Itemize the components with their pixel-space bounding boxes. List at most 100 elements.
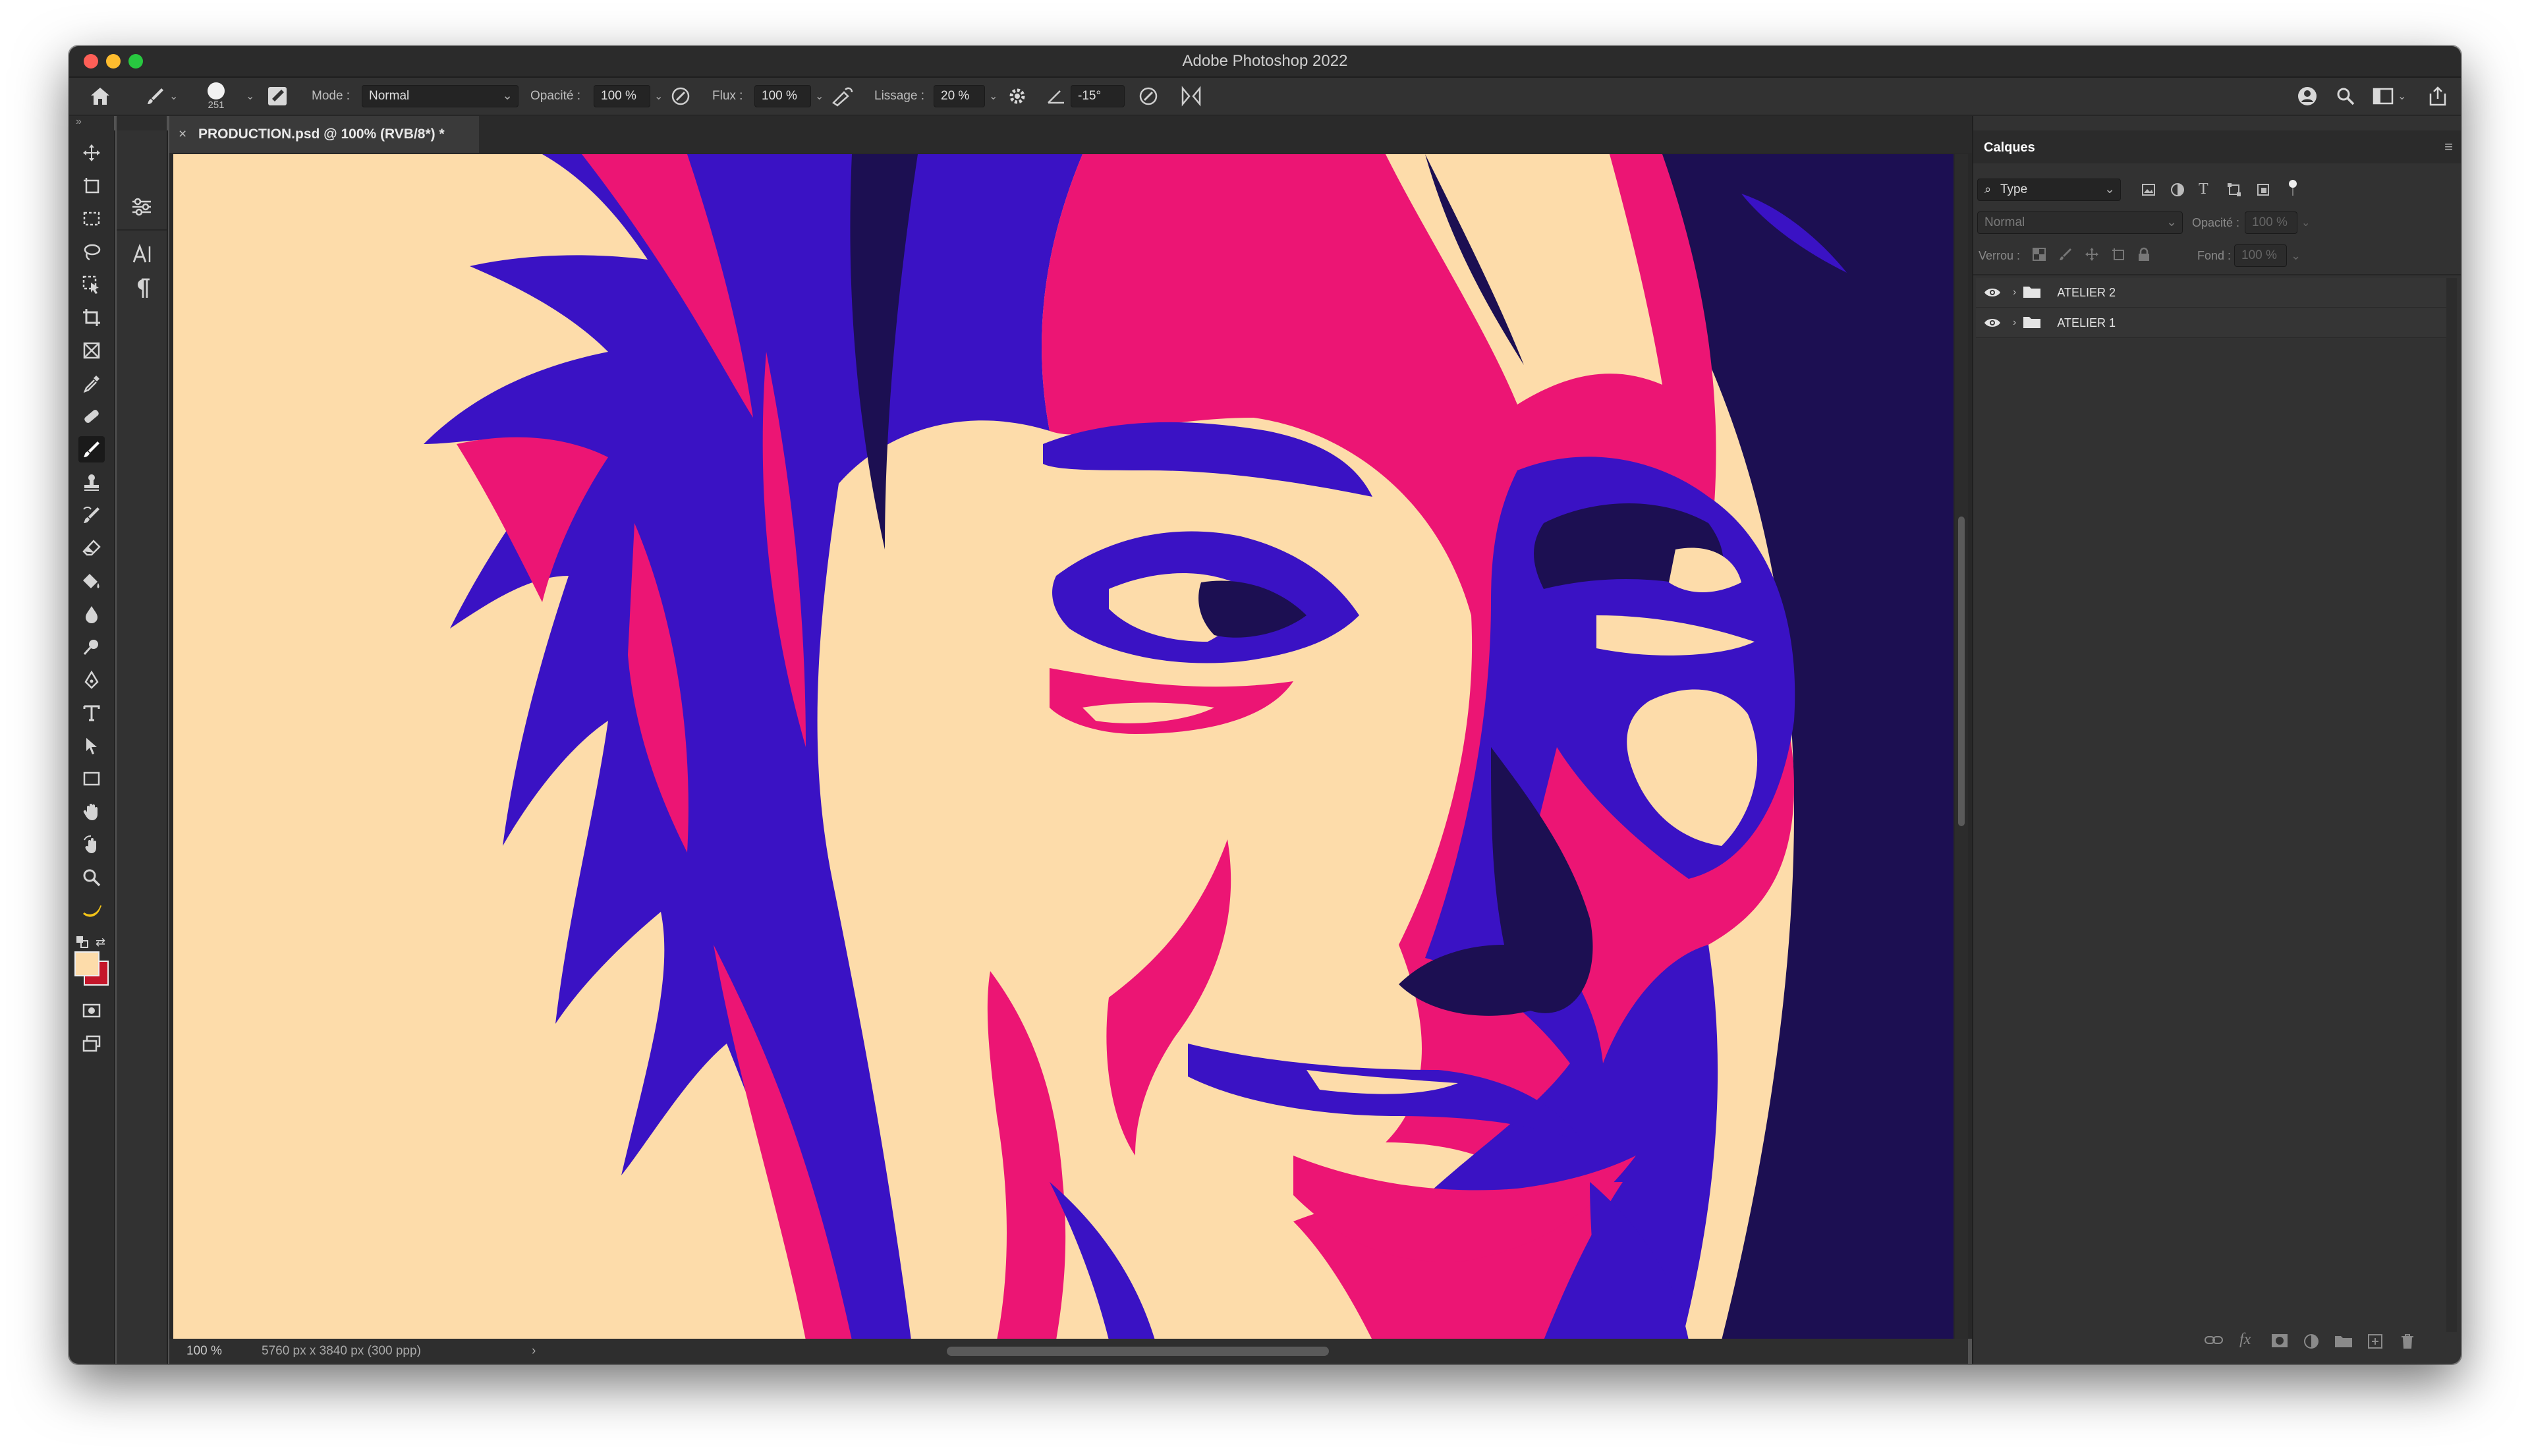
banana-icon[interactable] (78, 899, 105, 925)
quick-mask-icon[interactable] (78, 997, 105, 1024)
swap-colors-icon[interactable]: ⇄ (96, 936, 109, 949)
foreground-color-swatch[interactable] (74, 951, 99, 976)
healing-brush-tool-icon[interactable] (78, 403, 105, 430)
smart-object-filter-icon[interactable] (2255, 182, 2271, 201)
opacity-input[interactable]: 100 % (594, 85, 650, 107)
eye-icon[interactable] (1976, 318, 2009, 328)
crop-tool-icon[interactable] (78, 304, 105, 331)
folder-icon (2023, 314, 2041, 332)
brush-size-picker[interactable]: 251 (208, 78, 225, 115)
layer-group-row[interactable]: › ATELIER 2 (1976, 278, 2446, 308)
layer-opacity-input[interactable]: 100 % (2245, 211, 2298, 234)
brush-tool-icon[interactable] (78, 436, 105, 462)
layer-group-row[interactable]: › ATELIER 1 (1976, 308, 2446, 338)
brush-preset-icon[interactable]: ⌄ (146, 78, 178, 115)
workspace-icon[interactable]: ⌄ (2373, 78, 2406, 115)
zoom-tool-icon[interactable] (78, 864, 105, 891)
rectangle-tool-icon[interactable] (78, 766, 105, 792)
symmetry-icon[interactable] (1180, 78, 1202, 115)
chevron-down-icon[interactable]: ⌄ (654, 90, 663, 103)
layer-style-fx-icon[interactable]: fx (2239, 1331, 2251, 1349)
panel-menu-icon[interactable]: ≡ (2444, 138, 2453, 155)
new-adjustment-layer-icon[interactable] (2303, 1333, 2320, 1353)
artboard-tool-icon[interactable] (78, 173, 105, 199)
marquee-tool-icon[interactable] (78, 206, 105, 232)
lock-transparent-pixels-icon[interactable] (2032, 247, 2046, 265)
blend-mode-select[interactable]: Normal ⌄ (1977, 211, 2183, 234)
object-selection-tool-icon[interactable] (78, 271, 105, 298)
chevron-down-icon[interactable]: ⌄ (2398, 90, 2406, 103)
hand-tool-icon[interactable] (78, 798, 105, 825)
link-layers-icon[interactable] (2204, 1333, 2224, 1351)
horizontal-scroll-thumb[interactable] (947, 1347, 1329, 1356)
chevron-down-icon[interactable]: ⌄ (2291, 249, 2301, 263)
eye-icon[interactable] (1976, 287, 2009, 298)
blur-tool-icon[interactable] (78, 601, 105, 627)
document-tab[interactable]: × PRODUCTION.psd @ 100% (RVB/8*) * (169, 116, 479, 153)
default-colors-icon[interactable] (76, 936, 89, 949)
move-tool-icon[interactable] (78, 140, 105, 166)
layers-scrollbar[interactable] (2446, 278, 2457, 1332)
user-account-icon[interactable] (2296, 78, 2319, 115)
pixel-layer-filter-icon[interactable] (2141, 182, 2156, 201)
mode-select[interactable]: Normal ⌄ (362, 85, 519, 107)
lasso-tool-icon[interactable] (78, 238, 105, 265)
dodge-tool-icon[interactable] (78, 634, 105, 660)
angle-input[interactable]: -15° (1071, 85, 1125, 107)
chevron-down-icon[interactable]: ⌄ (169, 90, 178, 103)
vertical-scroll-thumb[interactable] (1958, 517, 1965, 826)
frame-tool-icon[interactable] (78, 337, 105, 364)
fill-input[interactable]: 100 % (2234, 244, 2287, 267)
rotate-view-tool-icon[interactable] (78, 831, 105, 858)
lock-artboard-icon[interactable] (2111, 247, 2125, 265)
adjustment-layer-filter-icon[interactable] (2170, 182, 2185, 201)
screen-mode-icon[interactable] (78, 1030, 105, 1057)
paint-bucket-tool-icon[interactable] (78, 568, 105, 594)
lock-position-icon[interactable] (2085, 247, 2099, 265)
vertical-scrollbar[interactable] (1955, 154, 1968, 1340)
chevron-down-icon[interactable]: ⌄ (989, 90, 998, 103)
add-mask-icon[interactable] (2271, 1333, 2288, 1352)
filter-toggle-icon[interactable] (2288, 179, 2297, 201)
path-selection-tool-icon[interactable] (78, 733, 105, 759)
lock-image-pixels-icon[interactable] (2058, 247, 2073, 265)
type-layer-filter-icon[interactable]: T (2199, 181, 2208, 198)
fill-label: Fond : (2197, 248, 2232, 262)
expand-chevron-icon[interactable]: › (2013, 317, 2016, 329)
chevron-down-icon[interactable]: ⌄ (2301, 216, 2310, 229)
chevron-down-icon[interactable]: ⌄ (246, 90, 254, 103)
shape-layer-filter-icon[interactable] (2226, 182, 2242, 201)
expand-chevron-icon[interactable]: › (2013, 287, 2016, 298)
toolbar-collapse-strip[interactable]: » (69, 116, 114, 130)
character-panel-icon[interactable] (130, 241, 156, 267)
airbrush-icon[interactable] (831, 78, 855, 115)
pressure-size-icon[interactable] (1138, 78, 1159, 115)
home-icon[interactable] (89, 78, 111, 115)
eyedropper-tool-icon[interactable] (78, 370, 105, 397)
brush-settings-icon[interactable] (267, 78, 288, 115)
pressure-opacity-icon[interactable] (670, 78, 691, 115)
trash-icon[interactable] (2400, 1333, 2415, 1353)
layer-filter-select[interactable]: ⌕ Type ⌄ (1977, 179, 2121, 201)
pen-tool-icon[interactable] (78, 667, 105, 693)
zoom-level[interactable]: 100 % (186, 1339, 222, 1364)
document-canvas[interactable] (173, 154, 1954, 1340)
text-tool-icon[interactable] (78, 700, 105, 726)
status-menu-chevron-icon[interactable]: › (532, 1339, 536, 1364)
layers-tab[interactable]: Calques (1973, 133, 2035, 162)
gear-icon[interactable] (1007, 78, 1027, 115)
smoothing-input[interactable]: 20 % (934, 85, 985, 107)
chevron-down-icon[interactable]: ⌄ (815, 90, 824, 103)
flow-input[interactable]: 100 % (754, 85, 811, 107)
close-tab-icon[interactable]: × (179, 116, 186, 153)
paragraph-panel-icon[interactable] (130, 275, 156, 302)
new-group-icon[interactable] (2334, 1333, 2353, 1352)
new-layer-icon[interactable] (2367, 1333, 2383, 1353)
adjustments-icon[interactable] (128, 194, 155, 220)
share-icon[interactable] (2428, 78, 2448, 115)
lock-all-icon[interactable] (2137, 247, 2150, 265)
history-brush-tool-icon[interactable] (78, 502, 105, 528)
search-icon[interactable] (2336, 78, 2355, 115)
stamp-tool-icon[interactable] (78, 469, 105, 495)
eraser-tool-icon[interactable] (78, 535, 105, 561)
